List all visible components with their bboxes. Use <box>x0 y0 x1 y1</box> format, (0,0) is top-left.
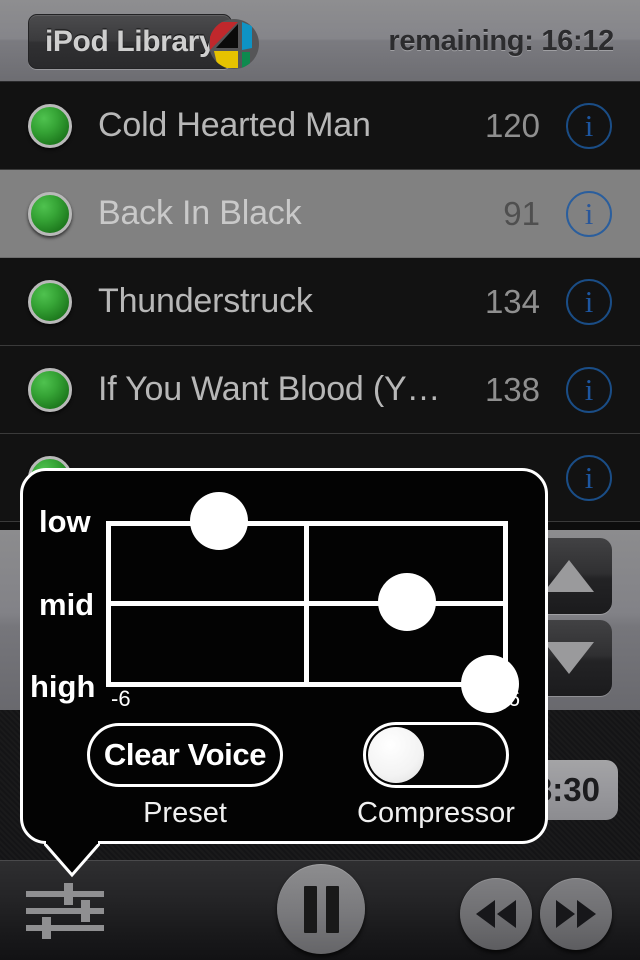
play-pause-button[interactable] <box>277 864 365 954</box>
eq-knob-low[interactable] <box>190 492 248 550</box>
eq-axis-label-high: high <box>30 669 96 704</box>
info-icon[interactable]: i <box>566 102 612 149</box>
eq-grid[interactable] <box>106 492 519 713</box>
pause-icon <box>325 885 339 933</box>
eq-knob-mid[interactable] <box>378 573 436 631</box>
rewind-icon <box>476 900 516 928</box>
fast-forward-icon <box>556 900 596 928</box>
info-icon[interactable]: i <box>566 278 612 325</box>
info-icon[interactable]: i <box>566 454 612 501</box>
track-bpm: 91 <box>503 194 540 232</box>
eq-scale-max-label: +6 <box>495 686 521 711</box>
table-row[interactable]: Back In Black 91 i <box>0 170 640 258</box>
info-icon[interactable]: i <box>566 190 612 237</box>
table-row[interactable]: Thunderstruck 134 i <box>0 258 640 346</box>
track-list[interactable]: Cold Hearted Man 120 i Back In Black 91 … <box>0 82 640 530</box>
table-row[interactable]: If You Want Blood (Y… 138 i <box>0 346 640 434</box>
eq-gridline-left <box>106 521 111 687</box>
track-title: Back In Black <box>98 194 302 232</box>
track-status-led-icon <box>28 279 72 324</box>
compressor-toggle[interactable] <box>363 722 509 788</box>
popover-tail <box>42 838 102 881</box>
track-bpm: 138 <box>484 370 540 408</box>
info-icon[interactable]: i <box>566 366 612 413</box>
track-status-led-icon <box>28 191 72 236</box>
triangle-down-icon <box>544 642 594 674</box>
eq-axis-label-low: low <box>39 504 91 539</box>
ipod-library-back-label: iPod Library <box>45 24 216 58</box>
compressor-caption: Compressor <box>357 797 515 829</box>
navigation-bar: iPod Library remaining: 16:12 <box>0 0 640 82</box>
track-title: Thunderstruck <box>98 282 313 320</box>
remaining-time-label: remaining: 16:12 <box>388 24 614 57</box>
ipod-eq-screen: iPod Library remaining: 16:12 Cold Heart… <box>0 0 640 960</box>
previous-track-button[interactable] <box>460 878 532 950</box>
table-row[interactable]: Cold Hearted Man 120 i <box>0 82 640 170</box>
equalizer-popover: low mid high -6 +6 Clear Voice Preset Co… <box>20 468 548 844</box>
track-title: If You Want Blood (Y… <box>98 370 441 408</box>
next-track-button[interactable] <box>540 878 612 950</box>
preset-button[interactable]: Clear Voice <box>87 723 283 787</box>
track-title: Cold Hearted Man <box>98 106 371 144</box>
eq-scale-min-label: -6 <box>111 686 131 711</box>
pause-icon <box>303 885 317 933</box>
track-bpm: 120 <box>484 106 540 144</box>
preset-caption: Preset <box>143 797 227 829</box>
equalizer-sliders-icon[interactable] <box>26 880 104 942</box>
track-status-led-icon <box>28 367 72 412</box>
track-status-led-icon <box>28 103 72 148</box>
app-logo <box>208 18 260 70</box>
ipod-library-back-button[interactable]: iPod Library <box>28 14 233 69</box>
eq-axis-label-mid: mid <box>39 587 95 622</box>
eq-gridline-center <box>304 521 309 687</box>
track-bpm: 134 <box>484 282 540 320</box>
triangle-up-icon <box>544 560 594 592</box>
toggle-knob <box>368 727 424 783</box>
